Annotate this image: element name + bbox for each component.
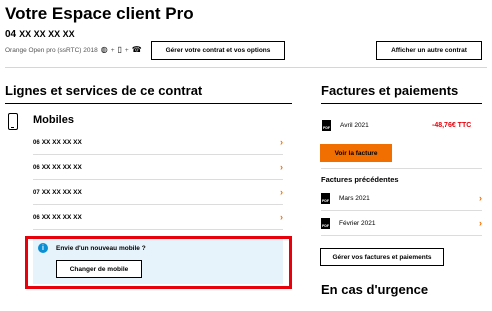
mobile-line-row[interactable]: 06 XX XX XX XX ›	[33, 131, 283, 155]
contract-number-mask: XX XX XX XX	[19, 29, 75, 39]
change-mobile-button[interactable]: Changer de mobile	[56, 260, 142, 278]
smartphone-icon	[8, 113, 18, 130]
mobile-line-row[interactable]: 06 XX XX XX XX ›	[33, 156, 283, 180]
chevron-right-icon: ›	[280, 162, 283, 172]
contract-number: 04 XX XX XX XX	[5, 29, 75, 40]
contract-offer: Orange Open pro (ssRTC) 2018 ◍ + ▯ + ☎	[5, 46, 142, 54]
billing-section-rule	[321, 103, 482, 104]
latest-invoice-amount: -48,76€ TTC	[432, 122, 472, 129]
chevron-right-icon: ›	[479, 217, 482, 228]
contract-number-prefix: 04	[5, 29, 17, 40]
plus-separator: +	[110, 46, 115, 54]
mobiles-title: Mobiles	[33, 114, 74, 126]
mobile-line-row[interactable]: 07 XX XX XX XX ›	[33, 181, 283, 205]
page-title: Votre Espace client Pro	[5, 4, 194, 23]
lines-section-rule	[5, 103, 292, 104]
other-contract-button[interactable]: Afficher un autre contrat	[376, 41, 482, 60]
plus-separator-2: +	[124, 46, 129, 54]
mobile-line-number: 06 XX XX XX XX	[33, 139, 82, 146]
billing-section-title: Factures et paiements	[321, 83, 459, 98]
chevron-right-icon: ›	[280, 212, 283, 222]
mobile-line-row[interactable]: 06 XX XX XX XX ›	[33, 206, 283, 230]
header-divider	[5, 67, 487, 68]
view-invoice-button[interactable]: Voir la facture	[320, 144, 392, 162]
chevron-right-icon: ›	[280, 137, 283, 147]
globe-icon: ◍	[100, 45, 108, 54]
previous-invoice-date: Mars 2021	[339, 194, 370, 202]
pdf-icon: PDF	[321, 217, 330, 229]
info-icon: i	[38, 243, 48, 253]
previous-invoice-row[interactable]: PDF Février 2021 ›	[321, 211, 482, 236]
chevron-right-icon: ›	[479, 192, 482, 203]
promo-question: Envie d'un nouveau mobile ?	[56, 245, 146, 252]
mobile-line-number: 06 XX XX XX XX	[33, 164, 82, 171]
latest-invoice-date: Avril 2021	[340, 122, 369, 129]
previous-invoices-rule	[321, 168, 482, 169]
previous-invoice-row[interactable]: PDF Mars 2021 ›	[321, 186, 482, 211]
lines-section-title: Lignes et services de ce contrat	[5, 83, 203, 98]
mobile-icon: ▯	[117, 45, 122, 54]
mobile-line-number: 06 XX XX XX XX	[33, 214, 82, 221]
offer-label: Orange Open pro (ssRTC) 2018	[5, 46, 98, 54]
mobile-line-number: 07 XX XX XX XX	[33, 189, 82, 196]
manage-invoices-button[interactable]: Gérer vos factures et paiements	[320, 248, 444, 266]
chevron-right-icon: ›	[280, 187, 283, 197]
emergency-section-title: En cas d'urgence	[321, 282, 429, 297]
manage-contract-button[interactable]: Gérer votre contrat et vos options	[151, 41, 285, 60]
landline-phone-icon: ☎	[131, 45, 142, 54]
pdf-icon: PDF	[321, 192, 330, 204]
pdf-icon: PDF	[322, 120, 331, 131]
previous-invoice-date: Février 2021	[339, 219, 376, 227]
previous-invoices-title: Factures précédentes	[321, 175, 399, 184]
